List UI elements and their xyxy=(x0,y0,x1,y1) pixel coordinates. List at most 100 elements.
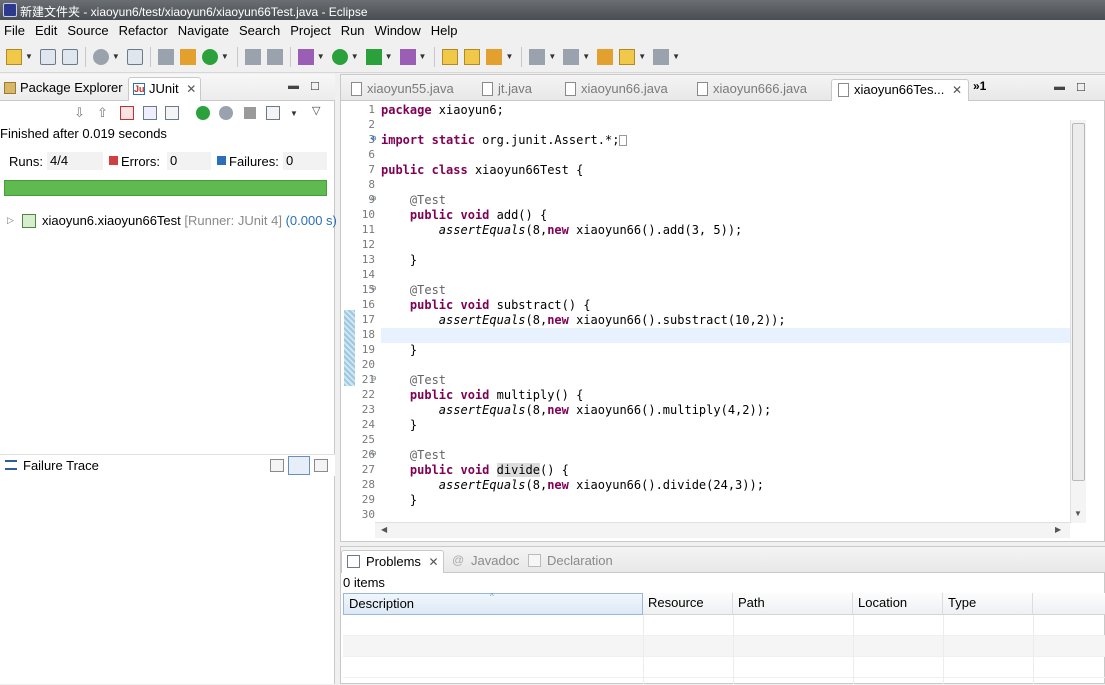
line-number: 11 xyxy=(361,223,375,236)
user-icon[interactable] xyxy=(92,48,109,65)
tab-problems[interactable]: Problems ✕ xyxy=(341,550,444,573)
editor-tab-xiaoyun55[interactable]: xiaoyun55.java xyxy=(345,79,454,101)
tab-package-explorer[interactable]: Package Explorer xyxy=(0,77,127,101)
editor-tab-overflow[interactable]: »1 xyxy=(973,79,986,93)
code-line: public void multiply() { xyxy=(409,388,584,402)
menu-search[interactable]: Search xyxy=(235,20,286,41)
save-icon[interactable] xyxy=(39,48,56,65)
run-dropdown-icon[interactable]: ▼ xyxy=(351,52,359,61)
console-icon[interactable] xyxy=(126,48,143,65)
open-folder-icon[interactable] xyxy=(442,48,459,65)
filter-stack-icon[interactable] xyxy=(270,459,284,472)
view-menu-icon[interactable]: ▽ xyxy=(312,104,320,117)
forward-icon[interactable] xyxy=(653,48,670,65)
copy-trace-icon[interactable] xyxy=(314,459,328,472)
previous-failure-icon[interactable]: ⇧ xyxy=(97,105,108,121)
back-icon[interactable] xyxy=(619,48,636,65)
close-icon[interactable]: ✕ xyxy=(186,82,196,96)
coverage-icon[interactable] xyxy=(365,48,382,65)
menu-refactor[interactable]: Refactor xyxy=(115,20,174,41)
skip-breakpoints-icon[interactable] xyxy=(157,48,174,65)
column-header-description[interactable]: Description ^ xyxy=(343,592,643,615)
external-tools-dropdown-icon[interactable]: ▼ xyxy=(419,52,427,61)
tab-junit[interactable]: Ju JUnit ✕ xyxy=(128,77,202,101)
scroll-down-arrow-icon[interactable]: ▼ xyxy=(1074,509,1082,518)
stop-icon[interactable] xyxy=(244,107,256,119)
code-area[interactable]: 1 package xiaoyun6; 2 3 ⊕ import static … xyxy=(341,103,1071,523)
layout-icon[interactable] xyxy=(165,106,179,120)
next-failure-icon[interactable]: ⇩ xyxy=(74,105,85,121)
forward-dropdown-icon[interactable]: ▼ xyxy=(672,52,680,61)
editor-tab-xiaoyun66[interactable]: xiaoyun66.java xyxy=(559,79,668,101)
column-header-location[interactable]: Location xyxy=(853,593,943,615)
junit-toolbar: ⇩ ⇧ ▼ ▽ xyxy=(0,101,335,127)
column-header-type[interactable]: Type xyxy=(943,593,1033,615)
close-icon[interactable]: ✕ xyxy=(429,555,439,569)
menu-source[interactable]: Source xyxy=(63,20,114,41)
test-run-history-icon[interactable] xyxy=(266,106,280,120)
previous-annotation-icon[interactable] xyxy=(563,48,580,65)
maximize-icon[interactable]: ☐ xyxy=(310,80,320,93)
rerun-failed-first-icon[interactable] xyxy=(219,106,233,120)
minimize-icon[interactable]: ▬ xyxy=(1054,81,1065,93)
minimize-icon[interactable]: ▬ xyxy=(288,80,299,92)
coverage-dropdown-icon[interactable]: ▼ xyxy=(385,52,393,61)
compare-result-icon[interactable] xyxy=(288,456,310,475)
editor-tab-jt[interactable]: jt.java xyxy=(476,79,532,101)
debug-dropdown-icon[interactable]: ▼ xyxy=(317,52,325,61)
menu-project[interactable]: Project xyxy=(286,20,336,41)
new-java-project-icon[interactable] xyxy=(179,48,196,65)
collapse-fold-icon[interactable]: ⊖ xyxy=(371,284,376,294)
history-dropdown-icon[interactable]: ▼ xyxy=(290,109,298,118)
menu-edit[interactable]: Edit xyxy=(31,20,63,41)
column-header-path[interactable]: Path xyxy=(733,593,853,615)
editor-tab-xiaoyun666[interactable]: xiaoyun666.java xyxy=(691,79,807,101)
open-type-icon[interactable] xyxy=(244,48,261,65)
external-tools-icon[interactable] xyxy=(399,48,416,65)
rerun-test-icon[interactable] xyxy=(196,106,210,120)
editor-horizontal-scrollbar[interactable]: ◀ ▶ xyxy=(375,522,1070,538)
menu-help[interactable]: Help xyxy=(427,20,464,41)
run-icon[interactable] xyxy=(331,48,348,65)
tab-declaration[interactable]: Declaration xyxy=(523,550,613,573)
menu-file[interactable]: File xyxy=(0,20,31,41)
expand-fold-icon[interactable]: ⊕ xyxy=(371,134,376,144)
new-icon[interactable] xyxy=(6,48,22,65)
expand-arrow-icon[interactable]: ▷ xyxy=(7,215,14,226)
scroll-right-arrow-icon[interactable]: ▶ xyxy=(1055,525,1061,534)
next-annotation-dropdown-icon[interactable]: ▼ xyxy=(548,52,556,61)
scroll-lock-icon[interactable] xyxy=(143,106,157,120)
search-wand-icon[interactable] xyxy=(266,48,283,65)
show-failures-only-icon[interactable] xyxy=(120,106,134,120)
test-tree-item[interactable]: ▷ xiaoyun6.xiaoyun66Test [Runner: JUnit … xyxy=(0,212,337,232)
tab-javadoc[interactable]: @ Javadoc xyxy=(447,550,519,573)
last-edit-location-icon[interactable] xyxy=(597,48,614,65)
menu-navigate[interactable]: Navigate xyxy=(174,20,235,41)
new-dropdown-icon[interactable]: ▼ xyxy=(25,52,33,61)
mark-dropdown-icon[interactable]: ▼ xyxy=(505,52,513,61)
next-annotation-icon[interactable] xyxy=(529,48,546,65)
open-task-icon[interactable] xyxy=(464,48,481,65)
collapse-fold-icon[interactable]: ⊖ xyxy=(371,374,376,384)
line-number: 7 xyxy=(368,163,375,176)
menu-run[interactable]: Run xyxy=(337,20,371,41)
debug-icon[interactable] xyxy=(297,48,314,65)
previous-annotation-dropdown-icon[interactable]: ▼ xyxy=(582,52,590,61)
maximize-icon[interactable]: ☐ xyxy=(1076,81,1086,94)
close-icon[interactable]: ✕ xyxy=(952,83,962,97)
new-class-dropdown-icon[interactable]: ▼ xyxy=(221,52,229,61)
collapse-fold-icon[interactable]: ⊖ xyxy=(371,194,376,204)
collapse-fold-icon[interactable]: ⊖ xyxy=(371,449,376,459)
column-header-resource[interactable]: Resource xyxy=(643,593,733,615)
user-dropdown-icon[interactable]: ▼ xyxy=(112,52,120,61)
scroll-left-arrow-icon[interactable]: ◀ xyxy=(381,525,387,534)
save-all-icon[interactable] xyxy=(61,48,78,65)
back-dropdown-icon[interactable]: ▼ xyxy=(638,52,646,61)
new-class-icon[interactable] xyxy=(201,48,218,65)
toggle-mark-occurrences-icon[interactable] xyxy=(486,48,503,65)
editor-scroll-thumb[interactable] xyxy=(1072,123,1085,481)
menu-window[interactable]: Window xyxy=(371,20,427,41)
editor-tab-xiaoyun66test[interactable]: xiaoyun66Tes... ✕ xyxy=(831,79,970,101)
code-line: } xyxy=(381,343,418,357)
junit-icon: Ju xyxy=(133,83,145,95)
